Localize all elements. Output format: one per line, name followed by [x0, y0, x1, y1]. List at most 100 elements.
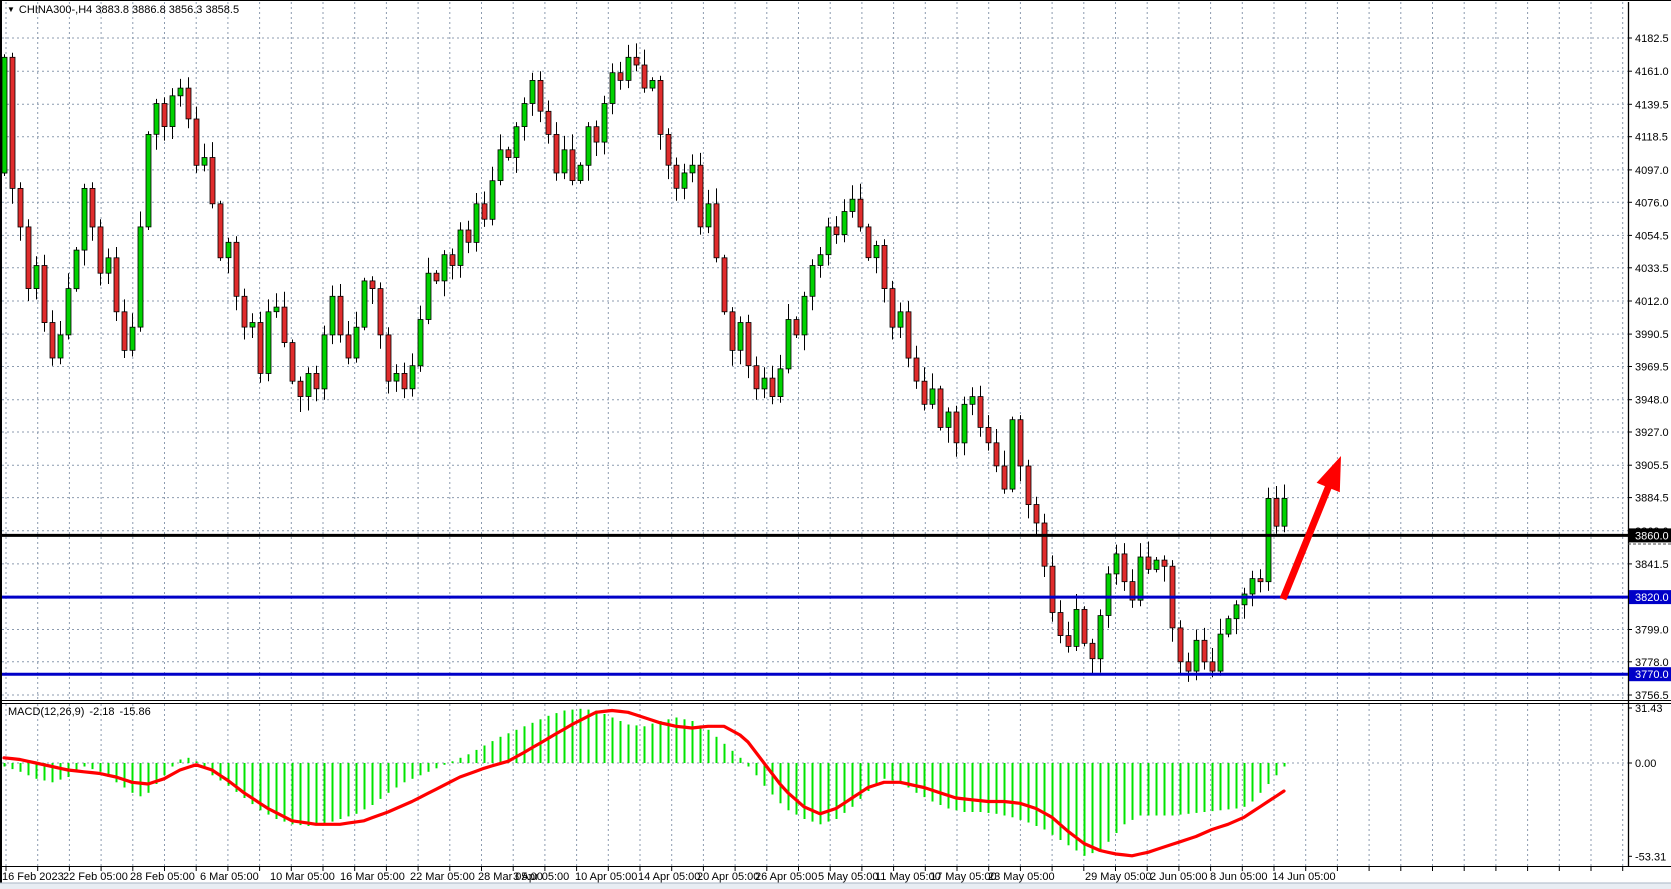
candle-bear	[18, 188, 23, 227]
time-axis-label: 17 May 05:00	[930, 871, 997, 883]
candle-bear	[986, 427, 991, 442]
time-axis-label: 20 Apr 05:00	[697, 871, 759, 883]
candle-bear	[882, 245, 887, 288]
candle-bear	[1050, 566, 1055, 612]
candle-bear	[1058, 613, 1063, 636]
time-axis-label: 14 Apr 05:00	[638, 871, 700, 883]
candle-bear	[482, 204, 487, 219]
candle-bull	[522, 104, 527, 127]
price-badge-3770.0: 3770.0	[1629, 667, 1671, 681]
candle-bear	[914, 358, 919, 381]
candle-bear	[1274, 498, 1279, 526]
price-axis-label: 3927.0	[1635, 427, 1669, 439]
candle-bear	[26, 227, 31, 289]
candle-bear	[42, 266, 47, 323]
ohlc-values: 3883.8 3886.8 3856.3 3858.5	[95, 4, 239, 16]
candle-bear	[1162, 560, 1167, 566]
candle-bear	[186, 88, 191, 119]
candle-bull	[474, 204, 479, 243]
candle-bear	[634, 57, 639, 65]
candle-bull	[322, 335, 327, 389]
candle-bull	[562, 150, 567, 173]
candle-bear	[290, 343, 295, 382]
candle-bear	[402, 373, 407, 388]
price-axis-label: 3948.0	[1635, 395, 1669, 407]
candle-bull	[970, 397, 975, 405]
price-axis-label: 4118.5	[1635, 132, 1668, 144]
macd-main-value: -2.18	[89, 706, 114, 718]
candle-bull	[898, 312, 903, 327]
candle-bear	[282, 307, 287, 343]
candle-bull	[490, 181, 495, 220]
candle-bull	[530, 80, 535, 103]
candle-bull	[1010, 420, 1015, 489]
time-axis-label: 28 Feb 05:00	[130, 871, 195, 883]
time-axis-label: 16 Mar 05:00	[340, 871, 405, 883]
price-axis-label: 3884.5	[1635, 493, 1669, 505]
candle-bull	[1138, 557, 1143, 600]
candle-bear	[210, 158, 215, 204]
candle-bear	[906, 312, 911, 358]
candle-bull	[74, 250, 79, 289]
price-axis-label: 4161.0	[1635, 66, 1669, 78]
candle-bull	[1218, 634, 1223, 671]
candle-bear	[698, 165, 703, 227]
candle-bull	[130, 327, 135, 350]
price-axis-label: 3969.5	[1635, 362, 1669, 374]
macd-signal-value: -15.86	[120, 706, 151, 718]
candle-bear	[746, 323, 751, 366]
candle-bull	[1250, 579, 1255, 594]
candle-bull	[602, 104, 607, 143]
macd-name: MACD(12,26,9)	[8, 706, 84, 718]
chart-canvas[interactable]: 4182.54161.04139.54118.54097.04076.04054…	[0, 0, 1671, 889]
candle-bear	[10, 57, 15, 188]
candle-bull	[418, 320, 423, 366]
candle-bull	[802, 296, 807, 335]
candle-bear	[1026, 466, 1031, 505]
candle-bear	[234, 242, 239, 296]
chevron-down-icon[interactable]: ▼	[7, 5, 15, 14]
candle-bull	[1074, 609, 1079, 646]
candle-bear	[922, 381, 927, 404]
candle-bear	[954, 412, 959, 443]
candle-bear	[386, 335, 391, 381]
candle-bear	[722, 258, 727, 312]
candle-bear	[90, 188, 95, 227]
candle-bull	[178, 88, 183, 96]
candle-bull	[226, 242, 231, 257]
candle-bull	[962, 404, 967, 443]
time-axis-label: 16 Feb 2023	[2, 871, 64, 883]
candle-bull	[650, 80, 655, 88]
candle-bull	[1266, 498, 1271, 581]
candle-bull	[810, 266, 815, 297]
candle-bear	[1178, 628, 1183, 662]
svg-text:3770.0: 3770.0	[1635, 669, 1669, 681]
candle-bear	[122, 312, 127, 351]
candle-bull	[1106, 574, 1111, 616]
time-axis-label: 14 Jun 05:00	[1272, 871, 1336, 883]
price-axis-label: 3778.0	[1635, 657, 1669, 669]
time-axis-label: 10 Mar 05:00	[270, 871, 335, 883]
candle-bull	[786, 320, 791, 369]
time-axis-label: 26 Apr 05:00	[755, 871, 817, 883]
candle-bear	[50, 323, 55, 359]
candle-bear	[754, 366, 759, 389]
candle-bear	[1002, 466, 1007, 489]
price-axis-label: 3841.5	[1635, 559, 1669, 571]
time-axis-label: 10 Apr 05:00	[575, 871, 637, 883]
candle-bull	[682, 173, 687, 188]
candle-bull	[1194, 640, 1199, 671]
candle-bear	[1082, 609, 1087, 643]
candle-bear	[434, 273, 439, 281]
candle-bull	[66, 289, 71, 335]
candle-bull	[106, 258, 111, 273]
price-axis-label: 4076.0	[1635, 197, 1669, 209]
candle-bull	[946, 412, 951, 427]
candle-bear	[1018, 420, 1023, 466]
candle-bear	[1066, 636, 1071, 647]
time-axis-label: 29 May 05:00	[1085, 871, 1152, 883]
price-axis-label: 3990.5	[1635, 329, 1669, 341]
price-axis-label: 4033.5	[1635, 263, 1669, 275]
candle-bear	[890, 289, 895, 328]
candle-bull	[154, 104, 159, 135]
